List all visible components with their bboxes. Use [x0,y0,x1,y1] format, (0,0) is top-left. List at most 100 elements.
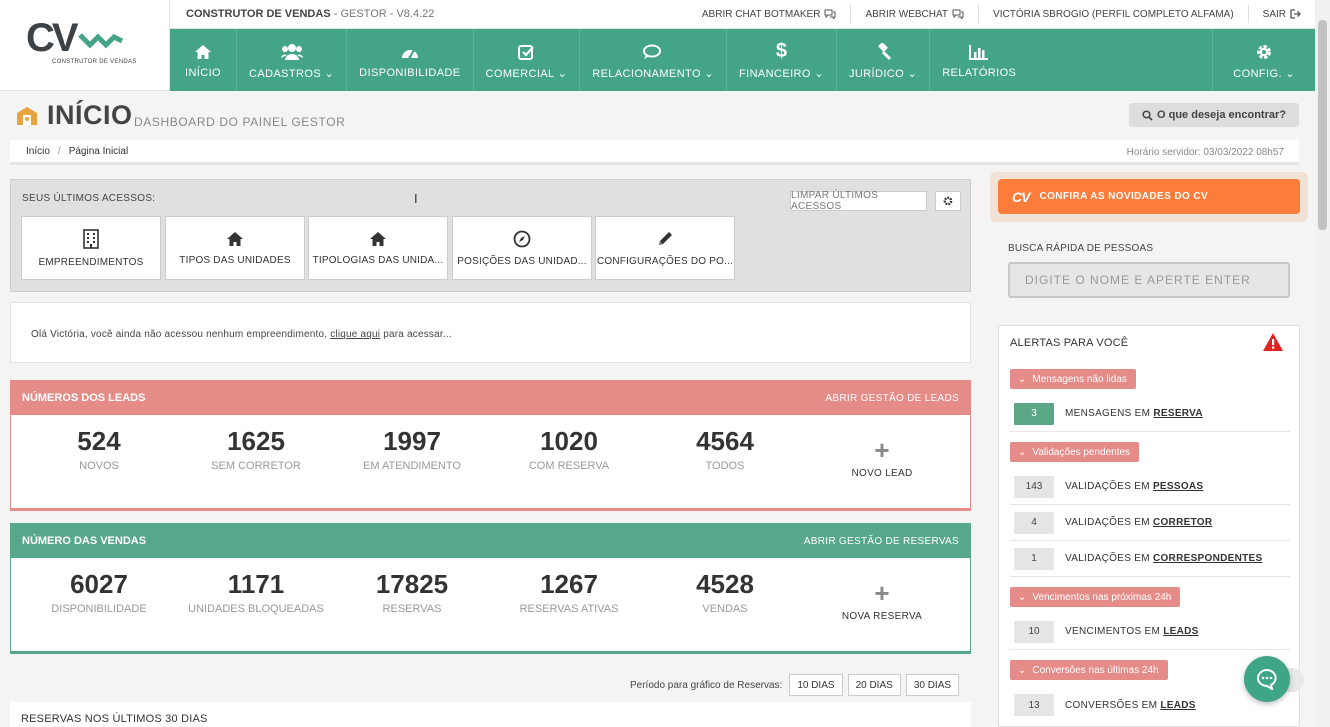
search-icon [1142,109,1153,121]
global-search-button[interactable]: O que deseja encontrar? [1129,103,1299,127]
users-icon [280,43,303,60]
nav-config[interactable]: CONFIG. ⌄ [1212,29,1315,91]
building-icon [83,228,99,249]
quick-search-input[interactable] [1008,262,1290,298]
home-icon [195,45,211,59]
period-label: Período para gráfico de Reservas: [630,679,783,691]
nav-juridico[interactable]: JURÍDICO ⌄ [837,29,931,91]
chat-bubble-icon [1257,668,1277,690]
breadcrumb-bar: Início / Página Inicial Horário servidor: … [10,140,1299,165]
leads-stat-novos[interactable]: 524 NOVOS [21,427,177,472]
warning-icon [1263,333,1283,351]
leads-stat-todos[interactable]: 4564 TODOS [647,427,803,472]
leads-stat-em-atendimento[interactable]: 1997 EM ATENDIMENTO [334,427,490,472]
alert-group-unread-messages[interactable]: ⌄ Mensagens não lidas [1010,369,1136,389]
chevron-down-icon: ⌄ [1018,446,1027,458]
alert-row[interactable]: 10 VENCIMENTOS EM LEADS [1010,614,1290,650]
user-profile-link[interactable]: VICTÓRIA SBROGIO (PERFIL COMPLETO ALFAMA… [978,5,1248,23]
plus-icon: + [874,578,890,608]
page-title: INÍCIO [47,100,133,130]
home-icon [370,231,386,246]
leads-panel-header: NÚMEROS DOS LEADS ABRIR GESTÃO DE LEADS [11,381,970,415]
nav-cadastros[interactable]: CADASTROS ⌄ [237,29,348,91]
chat-widget-button[interactable] [1244,656,1290,702]
alert-row[interactable]: 3 MENSAGENS EM RESERVA [1010,396,1290,432]
check-square-icon [518,44,535,60]
alerts-title: ALERTAS PARA VOCÊ [1010,337,1129,349]
top-bar: CONSTRUTOR DE VENDAS - GESTOR - V8.4.22 … [170,0,1315,29]
gear-icon [1257,44,1272,59]
sales-stat-vendas[interactable]: 4528 VENDAS [647,570,803,615]
logo-mark: CV [26,18,124,58]
recent-card-posicoes-unidades[interactable]: POSIÇÕES DAS UNIDAD... [452,216,592,280]
compass-icon [513,230,531,247]
nav-disponibilidade[interactable]: DISPONIBILIDADE [347,29,474,91]
logo-subtitle: CONSTRUTOR DE VENDAS [52,59,137,65]
sales-stat-unidades-bloqueadas[interactable]: 1171 UNIDADES BLOQUEADAS [178,570,334,615]
nav-comercial[interactable]: COMERCIAL ⌄ [474,29,581,91]
home-icon [227,231,243,246]
recent-card-tipos-unidades[interactable]: TIPOS DAS UNIDADES [165,216,305,280]
sales-panel: NÚMERO DAS VENDAS ABRIR GESTÃO DE RESERV… [10,523,971,654]
recent-accesses: SEUS ÚLTIMOS ACESSOS: LIMPAR ÚLTIMOS ACE… [10,179,971,292]
alert-group-conversions-last-24h[interactable]: ⌄ Conversões nas últimas 24h [1010,660,1168,680]
alert-row[interactable]: 1 VALIDAÇÕES EM CORRESPONDENTES [1010,541,1290,577]
open-chat-botmaker-link[interactable]: ABRIR CHAT BOTMAKER [688,5,851,23]
cv-news-button[interactable]: CV CONFIRA AS NOVIDADES DO CV [998,179,1300,214]
alert-group-due-next-24h[interactable]: ⌄ Vencimentos nas próximas 24h [1010,587,1181,607]
nav-relatorios[interactable]: RELATÓRIOS [930,29,1028,91]
chevron-down-icon: ⌄ [1018,664,1027,676]
sales-stat-reservas-ativas[interactable]: 1267 RESERVAS ATIVAS [491,570,647,615]
recent-settings-button[interactable] [935,191,961,211]
reservations-chart-title: RESERVAS NOS ÚLTIMOS 30 DIAS [10,702,971,727]
recent-card-empreendimentos[interactable]: EMPREENDIMENTOS [21,216,161,280]
sales-stat-disponibilidade[interactable]: 6027 DISPONIBILIDADE [21,570,177,615]
period-30-days-button[interactable]: 30 DIAS [905,674,960,696]
period-10-days-button[interactable]: 10 DIAS [789,674,843,696]
new-reservation-button[interactable]: + NOVA RESERVA [804,580,960,622]
leads-panel: NÚMEROS DOS LEADS ABRIR GESTÃO DE LEADS … [10,380,971,511]
news-banner: CV CONFIRA AS NOVIDADES DO CV [990,172,1308,222]
brand-logo[interactable]: CV CONSTRUTOR DE VENDAS [0,0,170,91]
pencil-icon [659,231,672,245]
breadcrumb: Início / Página Inicial [26,146,129,157]
clear-recent-button[interactable]: LIMPAR ÚLTIMOS ACESSOS [790,190,927,212]
recent-card-tipologias-unidades[interactable]: TIPOLOGIAS DAS UNIDA... [308,216,448,280]
click-here-link[interactable]: clique aqui [330,329,380,340]
cv-logo-icon: CV [1012,188,1030,205]
reservations-period-selector: Período para gráfico de Reservas: 10 DIA… [630,674,960,696]
welcome-message: Olá Victória, você ainda não acessou nen… [10,302,971,363]
plus-icon: + [874,435,890,465]
recent-accesses-label: SEUS ÚLTIMOS ACESSOS: [22,193,156,204]
open-leads-management-link[interactable]: ABRIR GESTÃO DE LEADS [825,393,959,404]
new-lead-button[interactable]: + NOVO LEAD [804,437,960,479]
alert-row[interactable]: 143 VALIDAÇÕES EM PESSOAS [1010,469,1290,505]
scrollbar-thumb[interactable] [1318,20,1327,230]
sales-stat-reservas[interactable]: 17825 RESERVAS [334,570,490,615]
gear-icon [943,196,953,206]
chevron-down-icon: ⌄ [1018,591,1027,603]
gavel-icon [878,42,892,60]
open-reservations-management-link[interactable]: ABRIR GESTÃO DE RESERVAS [804,536,959,547]
alert-group-pending-validations[interactable]: ⌄ Validações pendentes [1010,442,1140,462]
sales-panel-header: NÚMERO DAS VENDAS ABRIR GESTÃO DE RESERV… [11,524,970,558]
quick-search-label: BUSCA RÁPIDA DE PESSOAS [1008,243,1154,254]
recent-card-configuracoes[interactable]: CONFIGURAÇÕES DO PO... [595,216,735,280]
chat-bubbles-icon [824,9,836,19]
chat-bubbles-icon [952,9,964,19]
nav-inicio[interactable]: INÍCIO [170,29,238,91]
open-webchat-link[interactable]: ABRIR WEBCHAT [850,5,978,23]
app-version: CONSTRUTOR DE VENDAS - GESTOR - V8.4.22 [186,8,435,20]
top-links: ABRIR CHAT BOTMAKER ABRIR WEBCHAT VICTÓR… [688,0,1315,28]
logout-link[interactable]: SAIR [1247,5,1315,23]
text-cursor-icon: I [414,191,418,206]
nav-financeiro[interactable]: $ FINANCEIRO ⌄ [727,29,837,91]
period-20-days-button[interactable]: 20 DIAS [847,674,901,696]
nav-relacionamento[interactable]: RELACIONAMENTO ⌄ [580,29,728,91]
alert-row[interactable]: 4 VALIDAÇÕES EM CORRETOR [1010,505,1290,541]
leads-stat-sem-corretor[interactable]: 1625 SEM CORRETOR [178,427,334,472]
server-time: Horário servidor: 03/03/2022 08h57 [1126,147,1284,158]
breadcrumb-home[interactable]: Início [26,146,50,157]
page-scrollbar[interactable] [1315,0,1330,727]
leads-stat-com-reserva[interactable]: 1020 COM RESERVA [491,427,647,472]
